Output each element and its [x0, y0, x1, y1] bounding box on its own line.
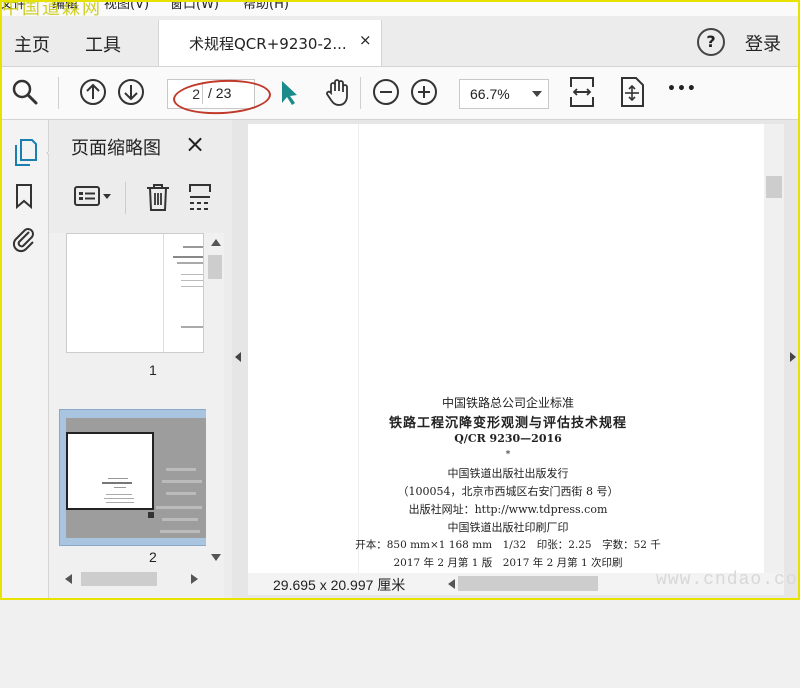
extract-pages-icon[interactable]	[187, 182, 213, 212]
page-thumbnails-icon[interactable]	[12, 136, 38, 168]
doc-standard-number: Q/CR 9230—2016	[454, 432, 562, 445]
fit-width-icon[interactable]	[566, 75, 598, 109]
document-viewer: 中国铁路总公司企业标准 铁路工程沉降变形观测与评估技术规程 Q/CR 9230—…	[232, 120, 800, 600]
document-page: 中国铁路总公司企业标准 铁路工程沉降变形观测与评估技术规程 Q/CR 9230—…	[248, 124, 768, 574]
toolbar-divider	[58, 77, 59, 109]
page-thumbnail-1[interactable]	[66, 233, 204, 353]
delete-page-icon[interactable]	[145, 182, 171, 212]
menu-window[interactable]: 窗口(W)	[170, 0, 219, 12]
scroll-left-arrow-icon[interactable]	[448, 579, 455, 589]
zoom-out-icon[interactable]	[371, 77, 401, 107]
doc-title: 铁路工程沉降变形观测与评估技术规程	[388, 416, 627, 431]
scroll-up-arrow-icon[interactable]	[211, 239, 221, 246]
zoom-level-value: 66.7%	[470, 86, 510, 102]
page-size-label: 29.695 x 20.997 厘米	[273, 577, 406, 593]
expand-panel-icon[interactable]	[790, 352, 796, 362]
chevron-down-icon	[532, 91, 542, 97]
tab-home[interactable]: 主页	[14, 31, 50, 57]
thumbnail-options-icon[interactable]	[73, 184, 113, 208]
doc-line: 出版社网址：http://www.tdpress.com	[408, 503, 608, 516]
doc-line: 中国铁路总公司企业标准	[441, 396, 574, 410]
toolbar-divider	[360, 77, 361, 109]
scrollbar-thumb[interactable]	[766, 176, 782, 198]
page-thumbnail-2	[66, 418, 206, 538]
hand-tool-icon[interactable]	[322, 77, 352, 107]
more-tools-icon[interactable]: •••	[667, 81, 697, 97]
scrollbar-thumb[interactable]	[458, 576, 598, 591]
search-icon[interactable]	[10, 77, 40, 107]
tab-document[interactable]: 术规程QCR+9230-2... ×	[158, 20, 382, 66]
scrollbar-thumb[interactable]	[81, 572, 157, 586]
menu-help[interactable]: 帮助(H)	[243, 0, 289, 12]
menu-bar: 文件 编辑 视图(V) 窗口(W) 帮助(H)	[0, 0, 800, 16]
document-tab-title: 术规程QCR+9230-2...	[189, 35, 347, 53]
watermark-top: 中国道森网	[2, 0, 102, 19]
panel-title: 页面缩略图	[71, 138, 161, 159]
help-icon[interactable]: ?	[697, 28, 725, 56]
doc-line: （100054，北京市西城区右安门西街 8 号）	[397, 485, 619, 498]
thumbnail-horizontal-scrollbar[interactable]	[59, 569, 206, 589]
toolbar: / 23 66.7% •••	[0, 67, 800, 120]
attachment-icon[interactable]	[11, 224, 37, 254]
menu-view[interactable]: 视图(V)	[104, 0, 149, 12]
close-tab-icon[interactable]: ×	[359, 31, 372, 49]
next-page-icon[interactable]	[116, 77, 146, 107]
previous-page-icon[interactable]	[78, 77, 108, 107]
collapse-panel-icon[interactable]	[235, 352, 241, 362]
doc-line: 2017 年 2 月第 1 版 2017 年 2 月第 1 次印刷	[393, 557, 623, 569]
zoom-in-icon[interactable]	[409, 77, 439, 107]
full-screen-icon[interactable]	[616, 75, 648, 109]
doc-line: *	[505, 450, 511, 460]
doc-line: 中国铁道出版社出版发行	[447, 467, 569, 480]
doc-line: 中国铁道出版社印刷厂印	[447, 521, 569, 534]
close-panel-icon[interactable]: ×	[185, 130, 205, 158]
scroll-right-arrow-icon[interactable]	[191, 574, 198, 584]
tab-bar: 主页 工具 术规程QCR+9230-2... × ? 登录	[0, 16, 800, 67]
watermark-bottom: www.cndao.com	[656, 570, 800, 590]
left-navigation-rail	[0, 120, 54, 600]
scrollbar-thumb[interactable]	[208, 255, 222, 279]
tab-tools[interactable]: 工具	[85, 31, 121, 57]
thumbnail-vertical-scrollbar[interactable]	[206, 233, 224, 683]
thumbnail-list: 1 2	[49, 233, 206, 688]
page-thumbnails-panel: 页面缩略图 × 1 2	[49, 120, 232, 688]
thumbnail-page-number: 1	[149, 362, 157, 378]
page-thumbnail-2-selected[interactable]	[59, 409, 206, 546]
scroll-down-arrow-icon[interactable]	[211, 554, 221, 561]
zoom-level-select[interactable]: 66.7%	[459, 79, 549, 109]
bookmark-icon[interactable]	[13, 182, 35, 210]
view-region-indicator	[66, 432, 154, 510]
scroll-left-arrow-icon[interactable]	[65, 574, 72, 584]
doc-line: 开本：850 mm×1 168 mm 1/32 印张：2.25 字数：52 千	[355, 539, 661, 551]
panel-divider	[125, 182, 126, 214]
thumbnail-page-number: 2	[149, 549, 157, 565]
login-button[interactable]: 登录	[745, 30, 781, 56]
document-vertical-scrollbar[interactable]	[764, 124, 784, 574]
select-cursor-icon[interactable]	[274, 77, 304, 107]
